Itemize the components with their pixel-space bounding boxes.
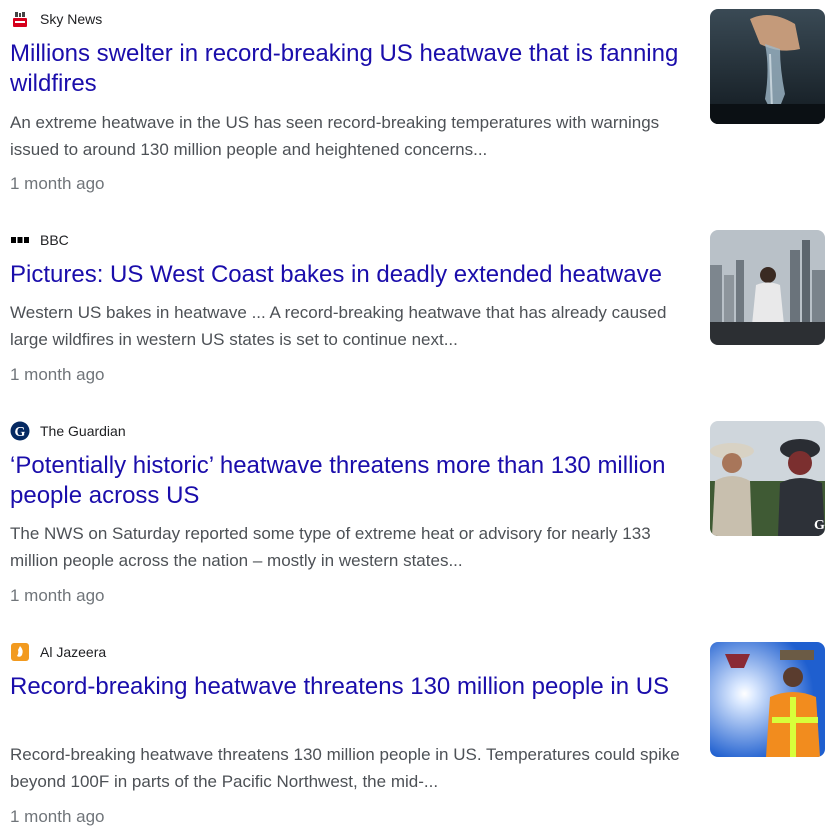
source-name: The Guardian	[40, 423, 126, 439]
article-thumbnail[interactable]	[710, 9, 825, 124]
source-name: Al Jazeera	[40, 644, 107, 660]
source-name: Sky News	[40, 11, 103, 27]
article-time: 1 month ago	[10, 586, 105, 605]
guardian-logo-icon: G	[10, 421, 30, 441]
news-card[interactable]: Sky News Millions swelter in record-brea…	[0, 9, 835, 209]
source-row: Sky News	[10, 9, 102, 29]
al-jazeera-logo-icon	[10, 642, 30, 662]
sky-news-logo-icon	[10, 9, 30, 29]
svg-text:G: G	[15, 425, 26, 440]
article-headline[interactable]: Pictures: US West Coast bakes in deadly …	[10, 260, 710, 290]
article-time: 1 month ago	[10, 174, 105, 193]
article-headline[interactable]: Record-breaking heatwave threatens 130 m…	[10, 672, 690, 702]
article-thumbnail[interactable]: G	[710, 421, 825, 536]
news-card[interactable]: G The Guardian ‘Potentially historic’ he…	[0, 421, 835, 621]
article-headline[interactable]: Millions swelter in record-breaking US h…	[10, 39, 690, 99]
source-row: Al Jazeera	[10, 642, 106, 662]
news-card[interactable]: Al Jazeera Record-breaking heatwave thre…	[0, 642, 835, 827]
article-thumbnail[interactable]	[710, 230, 825, 345]
article-snippet: Record-breaking heatwave threatens 130 m…	[10, 745, 680, 791]
article-time: 1 month ago	[10, 365, 105, 384]
svg-text:G: G	[814, 518, 825, 533]
source-name: BBC	[40, 232, 69, 248]
article-snippet: Western US bakes in heatwave ... A recor…	[10, 303, 667, 349]
article-snippet: An extreme heatwave in the US has seen r…	[10, 113, 660, 159]
article-headline[interactable]: ‘Potentially historic’ heatwave threaten…	[10, 451, 690, 511]
article-time: 1 month ago	[10, 807, 105, 826]
article-thumbnail[interactable]	[710, 642, 825, 757]
article-snippet: The NWS on Saturday reported some type o…	[10, 524, 651, 570]
news-card[interactable]: BBC Pictures: US West Coast bakes in dea…	[0, 230, 835, 410]
source-row: BBC	[10, 230, 69, 250]
source-row: G The Guardian	[10, 421, 126, 441]
bbc-logo-icon	[10, 230, 30, 250]
